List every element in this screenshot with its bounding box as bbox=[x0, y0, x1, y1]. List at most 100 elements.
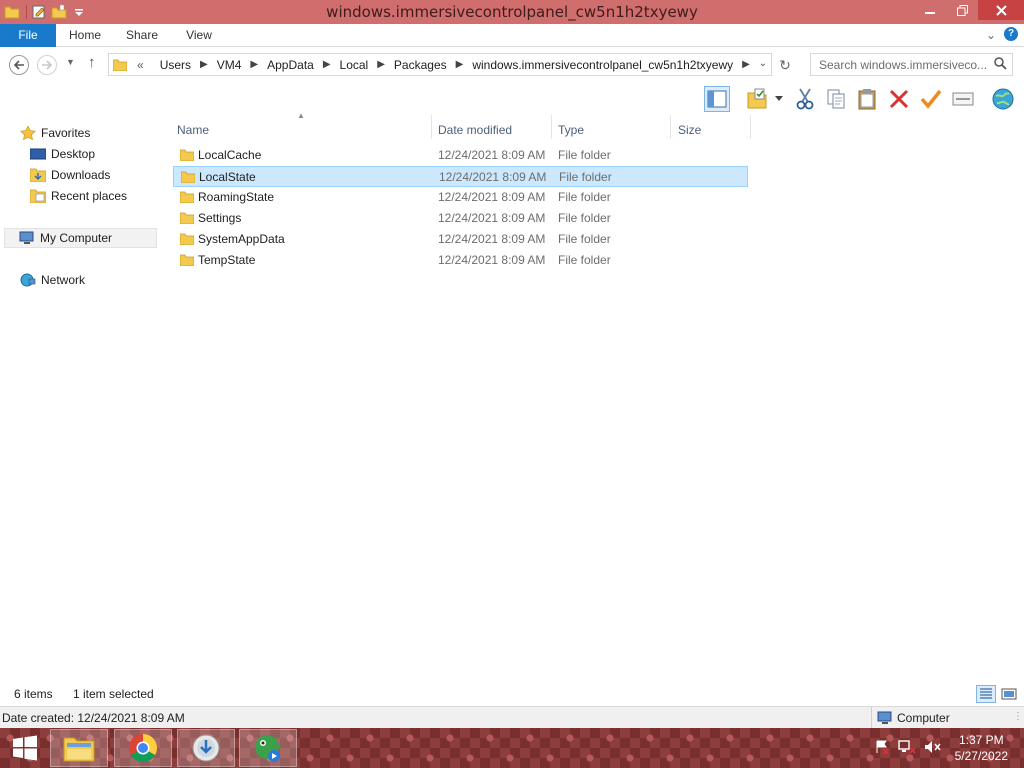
recent-places-icon bbox=[29, 189, 47, 204]
breadcrumb-appdata[interactable]: AppData bbox=[267, 58, 314, 72]
action-center-icon[interactable] bbox=[874, 739, 890, 758]
column-header-date-modified[interactable]: Date modified bbox=[432, 119, 552, 141]
preview-pane-icon[interactable] bbox=[704, 86, 730, 112]
file-list: ▲ Name Date modified Type Size LocalCach… bbox=[163, 111, 1024, 683]
chevron-right-icon[interactable]: ▶ bbox=[250, 59, 258, 70]
start-button[interactable] bbox=[0, 728, 50, 768]
breadcrumb-current-folder[interactable]: windows.immersivecontrolpanel_cw5n1h2txy… bbox=[472, 58, 733, 72]
help-icon[interactable]: ? bbox=[1004, 27, 1018, 41]
expand-ribbon-icon[interactable]: ⌄ bbox=[986, 28, 996, 42]
refresh-button[interactable]: ↻ bbox=[776, 56, 794, 74]
chevron-right-icon[interactable]: ▶ bbox=[323, 59, 331, 70]
media-app-icon[interactable] bbox=[239, 729, 297, 767]
breadcrumb-overflow[interactable]: « bbox=[137, 58, 144, 72]
table-row[interactable]: RoamingState 12/24/2021 8:09 AM File fol… bbox=[173, 187, 748, 208]
table-row[interactable]: Settings 12/24/2021 8:09 AM File folder bbox=[173, 208, 748, 229]
date-created: Date created: 12/24/2021 8:09 AM bbox=[2, 711, 185, 725]
file-name: LocalCache bbox=[198, 148, 262, 162]
chrome-icon[interactable] bbox=[114, 729, 172, 767]
file-name: RoamingState bbox=[198, 190, 275, 204]
file-type: File folder bbox=[558, 253, 611, 267]
file-explorer-icon[interactable] bbox=[50, 729, 108, 767]
volume-muted-icon[interactable] bbox=[924, 739, 942, 758]
file-type: File folder bbox=[558, 190, 611, 204]
nav-my-computer[interactable]: My Computer bbox=[4, 228, 157, 248]
delete-icon[interactable] bbox=[886, 86, 912, 112]
nav-desktop[interactable]: Desktop bbox=[29, 144, 96, 164]
forward-button[interactable] bbox=[37, 55, 57, 75]
table-row[interactable]: TempState 12/24/2021 8:09 AM File folder bbox=[173, 250, 748, 271]
file-type: File folder bbox=[558, 211, 611, 225]
folder-icon bbox=[179, 233, 195, 246]
chevron-right-icon[interactable]: ▶ bbox=[742, 59, 750, 70]
nav-recent-places[interactable]: Recent places bbox=[29, 186, 127, 206]
tab-share[interactable]: Share bbox=[118, 24, 166, 47]
chevron-right-icon[interactable]: ▶ bbox=[200, 59, 208, 70]
desktop-icon bbox=[29, 147, 47, 161]
column-header-name[interactable]: Name bbox=[171, 119, 431, 141]
details-view-button[interactable] bbox=[976, 685, 996, 703]
search-icon[interactable] bbox=[994, 57, 1007, 73]
rename-icon[interactable] bbox=[950, 86, 976, 112]
large-icons-view-button[interactable] bbox=[999, 685, 1019, 703]
search-input[interactable]: Search windows.immersiveco... bbox=[810, 53, 1013, 76]
column-header-type[interactable]: Type bbox=[552, 119, 670, 141]
nav-network[interactable]: Network bbox=[20, 270, 85, 290]
nav-favorites[interactable]: Favorites bbox=[20, 123, 90, 143]
paste-icon[interactable] bbox=[854, 86, 880, 112]
tab-file[interactable]: File bbox=[0, 24, 56, 47]
column-header-size[interactable]: Size bbox=[672, 119, 750, 141]
select-dropdown-icon[interactable] bbox=[770, 86, 788, 112]
address-history-dropdown[interactable]: ⌄ bbox=[759, 58, 767, 69]
close-button[interactable] bbox=[978, 0, 1024, 20]
copy-icon[interactable] bbox=[823, 86, 849, 112]
breadcrumb-local[interactable]: Local bbox=[340, 58, 369, 72]
breadcrumb-packages[interactable]: Packages bbox=[394, 58, 447, 72]
folder-icon bbox=[112, 59, 128, 71]
chevron-right-icon[interactable]: ▶ bbox=[456, 59, 464, 70]
file-date-modified: 12/24/2021 8:09 AM bbox=[438, 190, 546, 204]
tab-home[interactable]: Home bbox=[60, 24, 110, 47]
recent-locations-icon[interactable]: ▼ bbox=[66, 57, 75, 67]
maximize-button[interactable] bbox=[946, 0, 978, 20]
select-icon[interactable] bbox=[744, 86, 770, 112]
table-row[interactable]: LocalCache 12/24/2021 8:09 AM File folde… bbox=[173, 145, 748, 166]
breadcrumb-users[interactable]: Users bbox=[160, 58, 191, 72]
location-label: Computer bbox=[897, 711, 950, 725]
nav-desktop-label: Desktop bbox=[51, 147, 96, 161]
taskbar: 1:37 PM 5/27/2022 bbox=[0, 728, 1024, 768]
network-icon bbox=[20, 273, 36, 287]
file-date-modified: 12/24/2021 8:09 AM bbox=[438, 232, 546, 246]
folder-icon bbox=[179, 212, 195, 225]
status-bar: 6 items 1 item selected bbox=[0, 683, 1024, 705]
minimize-button[interactable] bbox=[914, 0, 946, 20]
file-type: File folder bbox=[559, 170, 612, 184]
up-button[interactable]: ↑ bbox=[88, 54, 96, 71]
network-status-icon[interactable] bbox=[898, 739, 916, 758]
folder-icon bbox=[179, 191, 195, 204]
ribbon: File Home Share View ⌄ ? bbox=[0, 24, 1024, 47]
status-divider bbox=[871, 707, 872, 729]
nav-downloads[interactable]: Downloads bbox=[29, 165, 110, 185]
chevron-right-icon[interactable]: ▶ bbox=[377, 59, 385, 70]
table-row[interactable]: SystemAppData 12/24/2021 8:09 AM File fo… bbox=[173, 229, 748, 250]
back-button[interactable] bbox=[9, 55, 29, 75]
column-divider[interactable] bbox=[750, 115, 751, 139]
check-icon[interactable] bbox=[918, 86, 944, 112]
system-tray bbox=[874, 728, 942, 768]
resize-grip-icon[interactable]: ⋮ bbox=[1013, 711, 1023, 722]
address-bar[interactable]: « Users ▶ VM4 ▶ AppData ▶ Local ▶ Packag… bbox=[108, 53, 772, 76]
tab-view[interactable]: View bbox=[176, 24, 222, 47]
file-date-modified: 12/24/2021 8:09 AM bbox=[439, 170, 547, 184]
window-title: windows.immersivecontrolpanel_cw5n1h2txy… bbox=[326, 3, 698, 21]
breadcrumb-vm4[interactable]: VM4 bbox=[217, 58, 242, 72]
table-row-selected[interactable]: LocalState 12/24/2021 8:09 AM File folde… bbox=[173, 166, 748, 187]
folder-icon bbox=[179, 254, 195, 267]
cut-icon[interactable] bbox=[792, 86, 818, 112]
address-row: ▼ ↑ « Users ▶ VM4 ▶ AppData ▶ Local ▶ Pa… bbox=[0, 47, 1024, 83]
globe-icon[interactable] bbox=[990, 86, 1016, 112]
installer-icon[interactable] bbox=[177, 729, 235, 767]
folder-icon bbox=[180, 171, 196, 184]
column-divider[interactable] bbox=[670, 115, 671, 139]
system-clock[interactable]: 1:37 PM 5/27/2022 bbox=[955, 732, 1008, 764]
